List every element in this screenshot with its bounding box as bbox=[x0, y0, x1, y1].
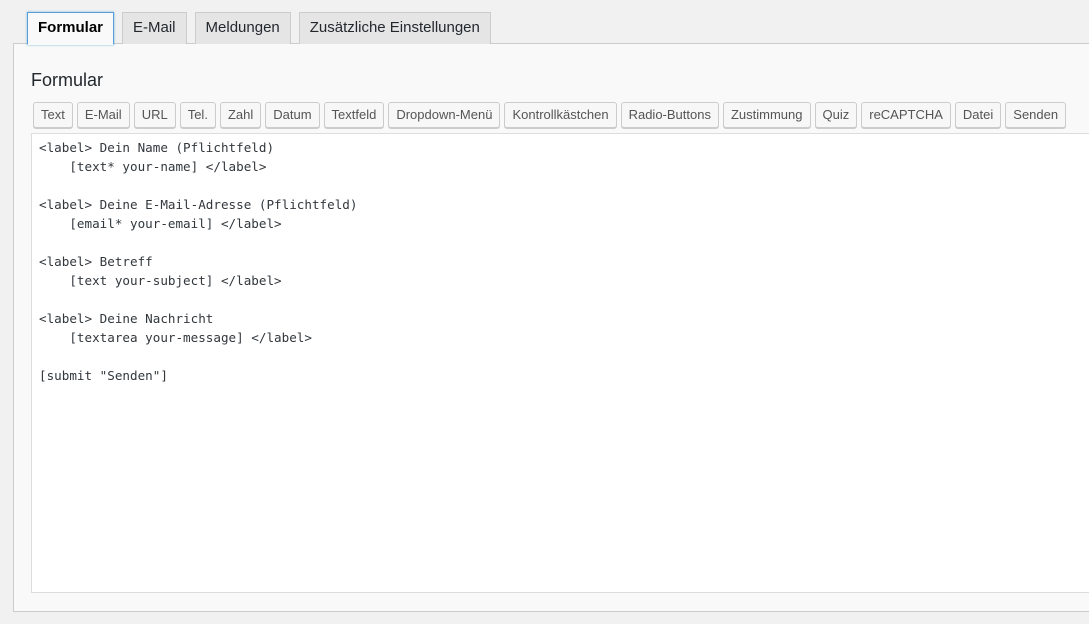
tab-zusaetzliche-einstellungen[interactable]: Zusätzliche Einstellungen bbox=[298, 12, 491, 44]
tag-button-recaptcha[interactable]: reCAPTCHA bbox=[861, 102, 951, 128]
tag-button-textfeld[interactable]: Textfeld bbox=[323, 102, 385, 128]
tag-button-radio-buttons[interactable]: Radio-Buttons bbox=[620, 102, 719, 128]
tag-button-datum[interactable]: Datum bbox=[265, 102, 320, 128]
tag-generator-toolbar: Text E-Mail URL Tel. Zahl Datum Textfeld… bbox=[33, 102, 1067, 128]
tag-button-tel[interactable]: Tel. bbox=[179, 102, 216, 128]
tag-button-email[interactable]: E-Mail bbox=[76, 102, 130, 128]
tag-button-zahl[interactable]: Zahl bbox=[219, 102, 262, 128]
tag-button-datei[interactable]: Datei bbox=[954, 102, 1002, 128]
tab-bar: Formular E-Mail Meldungen Zusätzliche Ei… bbox=[27, 12, 491, 45]
tab-email[interactable]: E-Mail bbox=[122, 12, 187, 44]
panel-title: Formular bbox=[31, 70, 104, 90]
form-template-editor[interactable]: <label> Dein Name (Pflichtfeld) [text* y… bbox=[31, 133, 1089, 593]
tag-button-zustimmung[interactable]: Zustimmung bbox=[722, 102, 811, 128]
tag-button-quiz[interactable]: Quiz bbox=[814, 102, 858, 128]
tab-formular[interactable]: Formular bbox=[27, 12, 115, 45]
form-panel: Formular Text E-Mail URL Tel. Zahl Datum… bbox=[13, 43, 1089, 612]
tag-button-dropdown-menu[interactable]: Dropdown-Menü bbox=[388, 102, 501, 128]
tab-meldungen[interactable]: Meldungen bbox=[194, 12, 291, 44]
tag-button-kontrollkaestchen[interactable]: Kontrollkästchen bbox=[504, 102, 617, 128]
tag-button-text[interactable]: Text bbox=[33, 102, 73, 128]
tag-button-senden[interactable]: Senden bbox=[1005, 102, 1067, 128]
tag-button-url[interactable]: URL bbox=[133, 102, 176, 128]
